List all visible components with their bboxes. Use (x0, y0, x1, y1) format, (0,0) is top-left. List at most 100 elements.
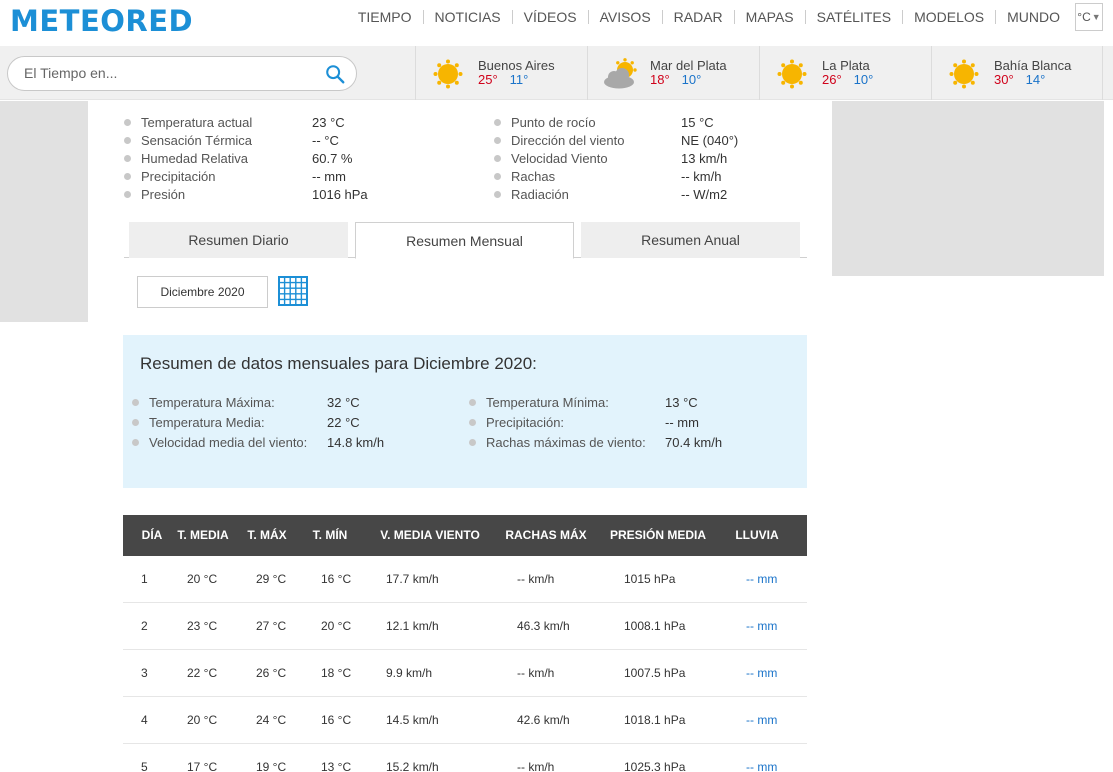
obs-label: Dirección del viento (511, 132, 625, 148)
cell-t-media: 22 °C (187, 666, 218, 680)
cell-dia: 4 (141, 713, 148, 727)
daily-table: DÍA T. MEDIA T. MÁX T. MÍN V. MEDIA VIEN… (123, 515, 807, 772)
cell-lluvia[interactable]: -- mm (746, 603, 777, 649)
obs-row: Humedad Relativa 60.7 % (124, 149, 484, 167)
obs-label: Humedad Relativa (141, 150, 248, 166)
cell-t-max: 19 °C (256, 760, 287, 772)
bullet (494, 136, 501, 144)
cell-rachas-max: 42.6 km/h (517, 713, 570, 727)
bullet (494, 172, 501, 180)
cell-t-max: 27 °C (256, 619, 287, 633)
city-temps: 26° 10° (822, 72, 873, 87)
bullet (124, 154, 131, 162)
search-input[interactable] (24, 65, 314, 81)
table-row: 5 17 °C 19 °C 13 °C 15.2 km/h -- km/h 10… (123, 744, 807, 772)
city-card-mar-del-plata[interactable]: Mar del Plata 18° 10° (587, 46, 759, 100)
obs-value: -- °C (312, 132, 339, 148)
nav-item-videos[interactable]: VÍDEOS (511, 10, 588, 24)
cell-t-media: 17 °C (187, 760, 218, 772)
tab-resumen-anual[interactable]: Resumen Anual (581, 222, 800, 258)
cell-t-min: 20 °C (321, 619, 352, 633)
summary-label: Velocidad media del viento: (149, 434, 308, 450)
col-header-v-media-viento: V. MEDIA VIENTO (380, 528, 480, 542)
main-nav: TIEMPO NOTICIAS VÍDEOS AVISOS RADAR MAPA… (347, 3, 1103, 31)
summary-value: 22 °C (327, 414, 360, 430)
cell-dia: 2 (141, 619, 148, 633)
col-header-presion-media: PRESIÓN MEDIA (609, 528, 706, 542)
bullet (124, 190, 131, 198)
search-box (7, 56, 357, 91)
cell-lluvia[interactable]: -- mm (746, 556, 777, 602)
nav-item-noticias[interactable]: NOTICIAS (422, 10, 512, 24)
cell-t-media: 23 °C (187, 619, 218, 633)
city-min-temp: 11° (509, 72, 529, 87)
summary-row: Temperatura Mínima: 13 °C (469, 393, 698, 411)
cell-t-max: 29 °C (256, 572, 287, 586)
cell-rachas-max: -- km/h (517, 666, 555, 680)
city-max-temp: 30° (994, 72, 1014, 87)
nav-item-mundo[interactable]: MUNDO (995, 10, 1071, 24)
ad-placeholder-left (0, 101, 88, 322)
city-temps: 25° 11° (478, 72, 528, 87)
summary-label: Temperatura Máxima: (149, 394, 275, 410)
city-name: Mar del Plata (650, 58, 727, 73)
top-bar: METEORED TIEMPO NOTICIAS VÍDEOS AVISOS R… (0, 0, 1113, 46)
tab-resumen-diario[interactable]: Resumen Diario (129, 222, 348, 258)
summary-value: 32 °C (327, 394, 360, 410)
city-max-temp: 26° (822, 72, 842, 87)
city-name: Bahía Blanca (994, 58, 1072, 73)
obs-label: Sensación Térmica (141, 132, 253, 148)
obs-value: -- W/m2 (681, 186, 728, 202)
cell-lluvia[interactable]: -- mm (746, 744, 777, 772)
summary-value: 14.8 km/h (327, 434, 385, 450)
nav-item-satelites[interactable]: SATÉLITES (804, 10, 902, 24)
cell-v-media-viento: 12.1 km/h (386, 619, 439, 633)
unit-select[interactable]: °C ▼ (1075, 3, 1103, 31)
summary-tabs: Resumen Diario Resumen Mensual Resumen A… (124, 222, 807, 259)
summary-label: Rachas máximas de viento: (486, 434, 646, 450)
current-obs-right: Punto de rocío 15 °C Dirección del viento… (494, 113, 814, 203)
col-header-t-media: T. MEDIA (177, 528, 229, 542)
obs-row: Rachas -- km/h (494, 167, 814, 185)
city-max-temp: 25° (478, 72, 498, 87)
tab-resumen-mensual[interactable]: Resumen Mensual (355, 222, 574, 259)
col-header-dia: DÍA (141, 528, 163, 542)
nav-item-modelos[interactable]: MODELOS (902, 10, 995, 24)
month-input[interactable]: Diciembre 2020 (137, 276, 268, 308)
city-card-bahia-blanca[interactable]: Bahía Blanca 30° 14° (931, 46, 1103, 100)
obs-row: Sensación Térmica -- °C (124, 131, 484, 149)
obs-label: Presión (141, 186, 186, 202)
cell-lluvia[interactable]: -- mm (746, 650, 777, 696)
cell-t-min: 18 °C (321, 666, 352, 680)
bullet (124, 172, 131, 180)
obs-label: Precipitación (141, 168, 216, 184)
cell-rachas-max: 46.3 km/h (517, 619, 570, 633)
logo[interactable]: METEORED (10, 4, 193, 38)
summary-label: Precipitación: (486, 414, 565, 430)
search-city-strip: Buenos Aires 25° 11° Mar del Plata 18° 10°… (0, 46, 1113, 100)
obs-label: Radiación (511, 186, 569, 202)
cell-t-max: 24 °C (256, 713, 287, 727)
city-temps: 30° 14° (994, 72, 1045, 87)
obs-label: Temperatura actual (141, 114, 253, 130)
sun-icon (433, 59, 463, 89)
city-min-temp: 10° (853, 72, 874, 87)
summary-label: Temperatura Media: (149, 414, 265, 430)
unit-value: °C (1077, 10, 1091, 24)
calendar-icon[interactable] (278, 276, 308, 306)
city-name: Buenos Aires (478, 58, 555, 73)
cell-t-media: 20 °C (187, 572, 218, 586)
cell-lluvia[interactable]: -- mm (746, 697, 777, 743)
city-card-buenos-aires[interactable]: Buenos Aires 25° 11° (415, 46, 587, 100)
nav-item-tiempo[interactable]: TIEMPO (347, 10, 423, 24)
summary-value: -- mm (665, 414, 699, 430)
obs-label: Velocidad Viento (511, 150, 608, 166)
table-row: 2 23 °C 27 °C 20 °C 12.1 km/h 46.3 km/h … (123, 603, 807, 650)
nav-item-radar[interactable]: RADAR (661, 10, 734, 24)
nav-item-mapas[interactable]: MAPAS (733, 10, 805, 24)
summary-row: Velocidad media del viento: 14.8 km/h (132, 433, 384, 451)
city-card-la-plata[interactable]: La Plata 26° 10° (759, 46, 931, 100)
search-icon[interactable] (324, 63, 346, 85)
nav-item-avisos[interactable]: AVISOS (587, 10, 662, 24)
bullet (132, 418, 139, 426)
